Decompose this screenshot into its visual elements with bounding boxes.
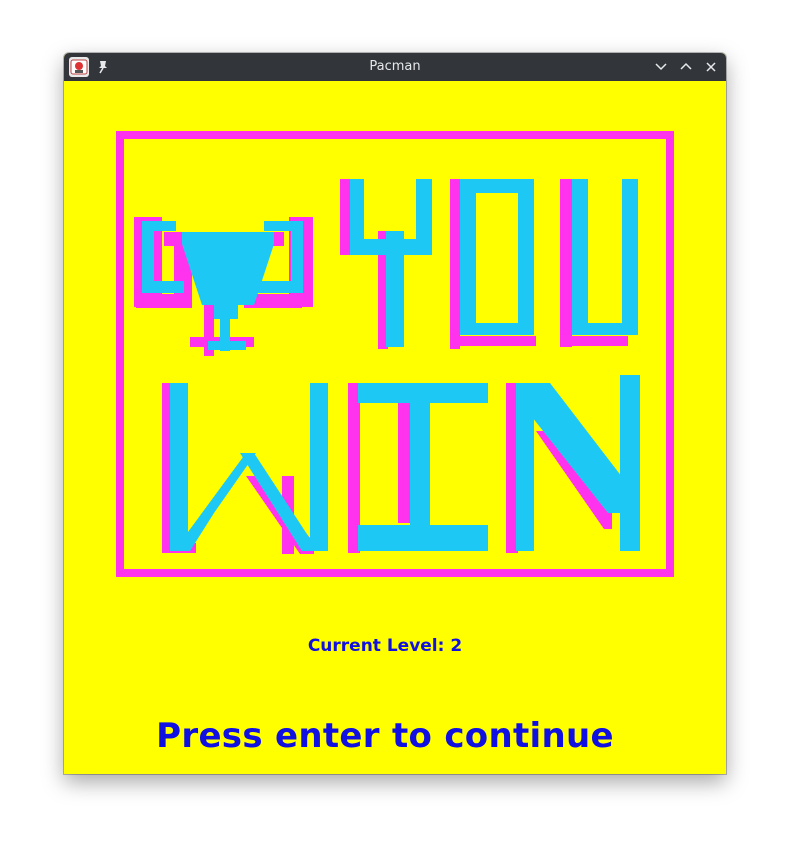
window-title: Pacman — [369, 59, 421, 74]
chevron-up-icon[interactable] — [677, 58, 695, 76]
game-canvas[interactable]: Current Level: 2 Press enter to continue — [64, 81, 726, 774]
title-bar[interactable]: Pacman — [64, 53, 726, 81]
trophy-icon — [134, 217, 313, 356]
you-letters — [340, 179, 638, 349]
current-level-label: Current Level: 2 — [307, 636, 463, 656]
you-win-banner — [116, 131, 674, 577]
chevron-down-icon[interactable] — [652, 58, 670, 76]
press-enter-prompt: Press enter to continue — [156, 716, 614, 756]
game-window: Pacman Current Level: 2 Press enter to c… — [64, 53, 726, 774]
win-letters — [162, 375, 640, 554]
close-icon[interactable] — [702, 58, 720, 76]
